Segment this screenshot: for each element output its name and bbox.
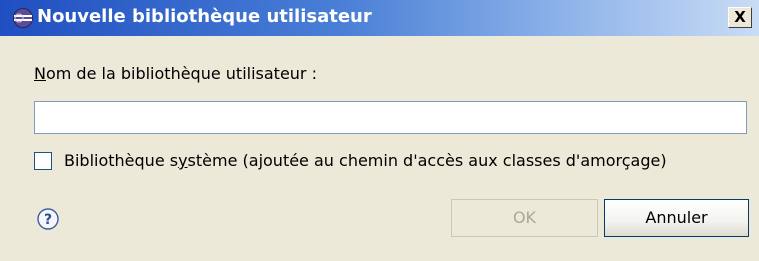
library-name-label-mnemonic: N bbox=[34, 64, 46, 83]
system-library-label[interactable]: Bibliothèque système (ajoutée au chemin … bbox=[64, 151, 667, 170]
help-icon[interactable]: ? bbox=[37, 208, 59, 230]
library-name-label-text: om de la bibliothèque utilisateur : bbox=[45, 64, 317, 83]
system-library-label-start: Bibliothèque s bbox=[64, 151, 179, 170]
library-name-input[interactable] bbox=[34, 101, 747, 134]
close-button[interactable]: X bbox=[728, 7, 752, 28]
eclipse-icon bbox=[13, 8, 33, 28]
cancel-button[interactable]: Annuler bbox=[604, 199, 749, 237]
dialog-title: Nouvelle bibliothèque utilisateur bbox=[37, 6, 372, 27]
new-user-library-dialog: Nouvelle bibliothèque utilisateur X Nom … bbox=[0, 0, 759, 261]
close-icon: X bbox=[734, 8, 746, 26]
system-library-label-end: stème (ajoutée au chemin d'accès aux cla… bbox=[187, 151, 667, 170]
library-name-label: Nom de la bibliothèque utilisateur : bbox=[34, 64, 317, 83]
system-library-checkbox[interactable] bbox=[34, 152, 52, 170]
title-bar[interactable]: Nouvelle bibliothèque utilisateur X bbox=[0, 0, 759, 36]
system-library-label-mnemonic: y bbox=[178, 151, 188, 170]
svg-text:?: ? bbox=[44, 212, 52, 228]
ok-button[interactable]: OK bbox=[451, 199, 598, 237]
